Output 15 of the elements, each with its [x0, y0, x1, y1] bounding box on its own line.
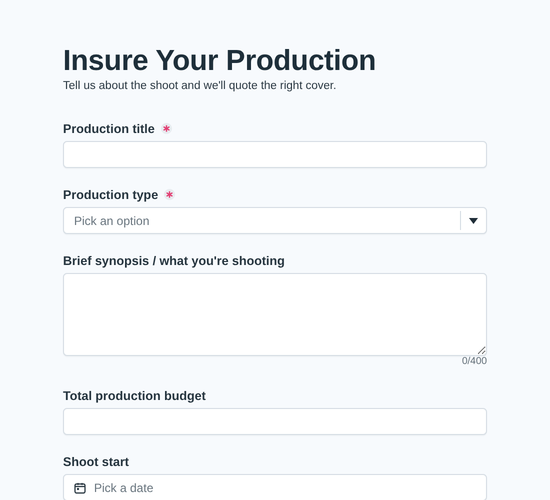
- date-field[interactable]: Pick a date: [63, 474, 487, 500]
- form-subtitle: Tell us about the shoot and we'll quote the right cover.: [63, 79, 338, 94]
- text-field[interactable]: [63, 408, 487, 435]
- text-field[interactable]: [63, 141, 487, 168]
- calendar-icon: [74, 482, 86, 494]
- text-area[interactable]: [63, 273, 487, 356]
- field-label: Production type: [63, 188, 158, 203]
- field-label: Total production budget: [63, 389, 206, 404]
- caret-icon: [469, 218, 478, 224]
- field-label: Production title: [63, 122, 155, 137]
- character-counter: 0/400: [460, 356, 487, 368]
- select-field[interactable]: Pick an option: [63, 207, 487, 234]
- field-label: Brief synopsis / what you're shooting: [63, 254, 285, 269]
- field-label: Shoot start: [63, 455, 129, 470]
- form-title: Insure Your Production: [63, 44, 377, 78]
